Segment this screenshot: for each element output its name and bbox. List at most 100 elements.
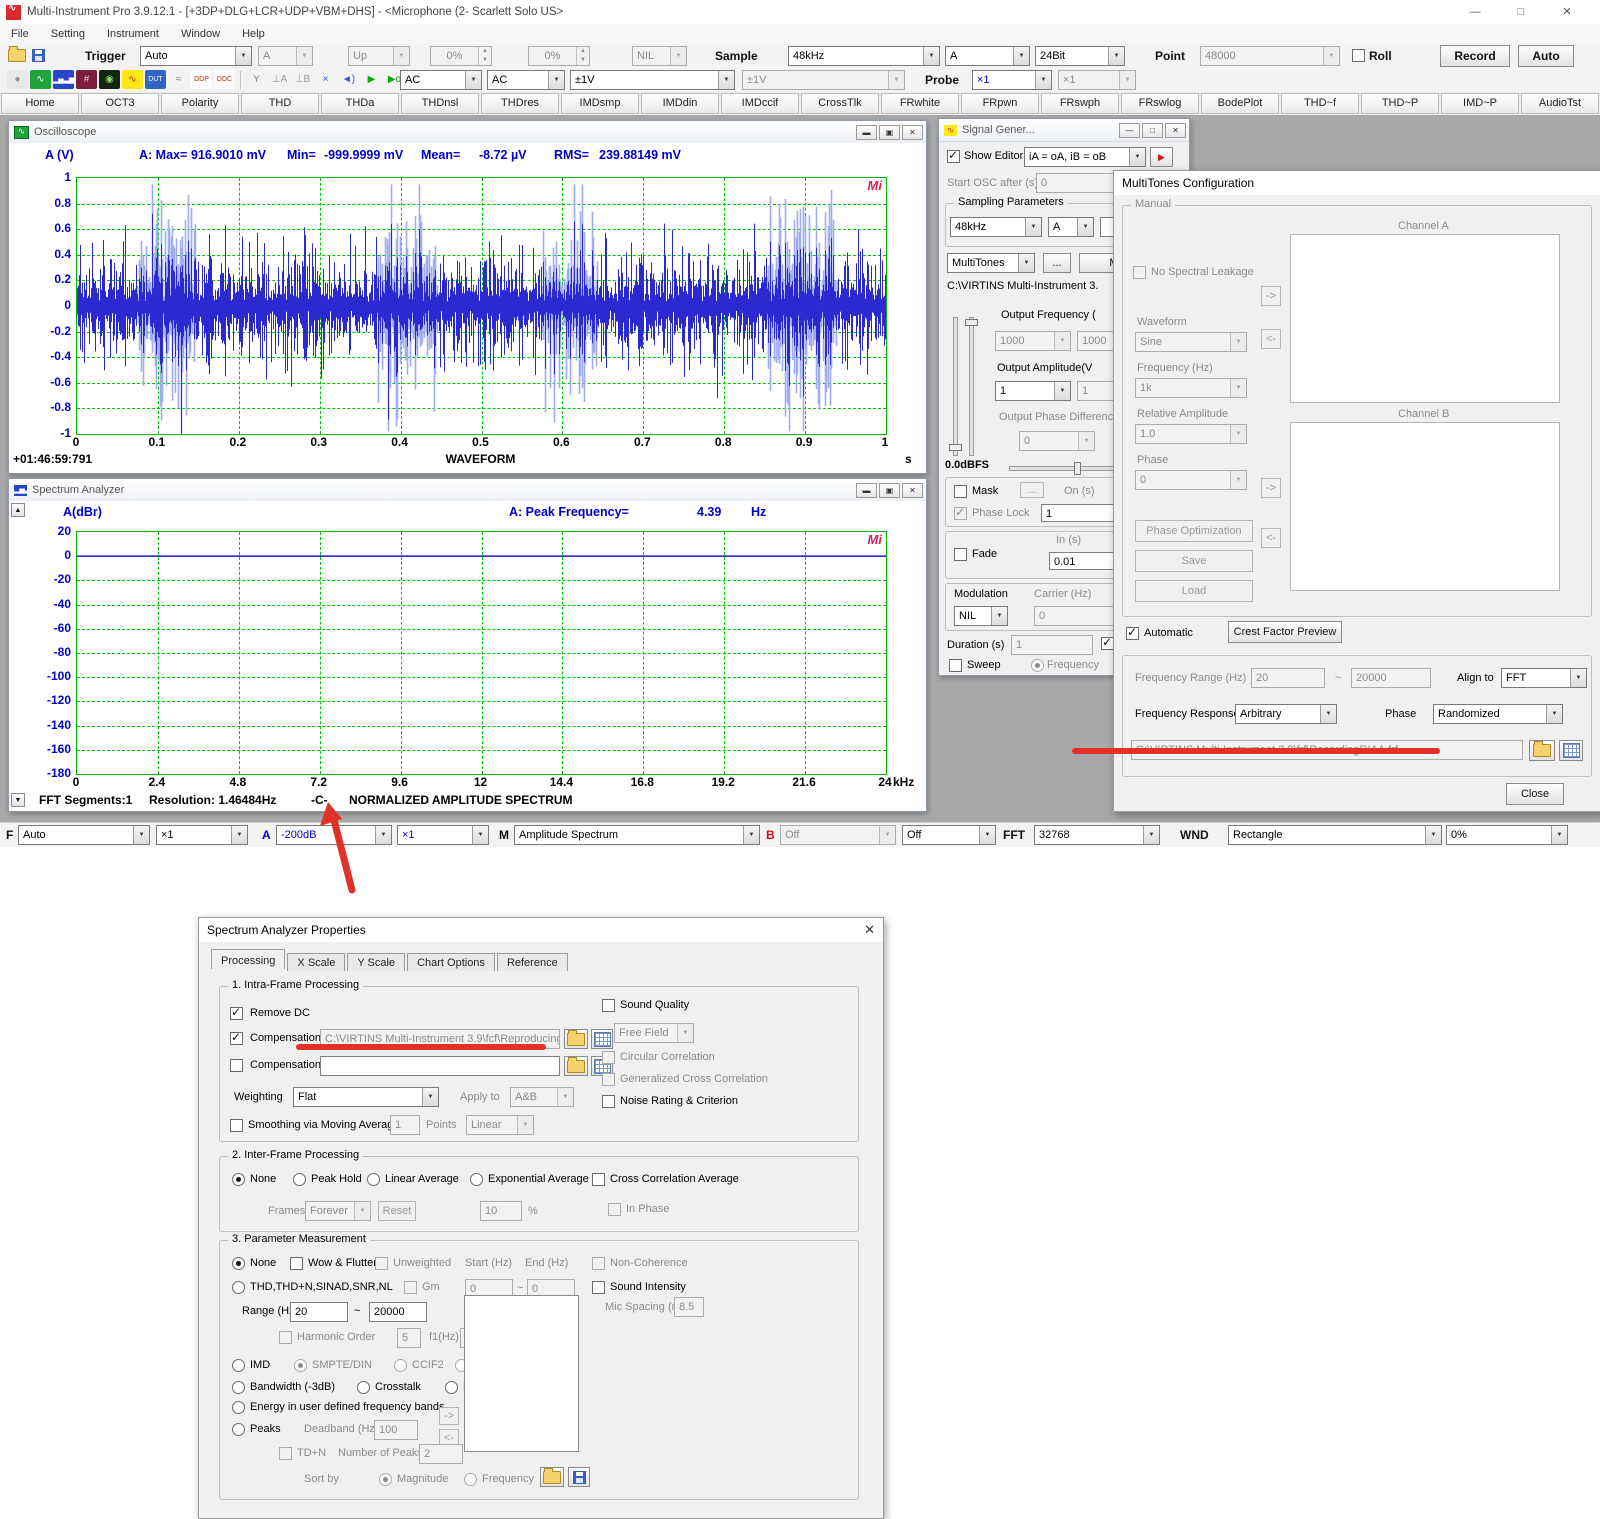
- channel-a-listbox[interactable]: [1290, 234, 1560, 403]
- bands-open-icon[interactable]: [540, 1467, 564, 1487]
- panel-tab-imddin[interactable]: IMDdin: [641, 93, 719, 114]
- freq-axis-select[interactable]: Auto: [18, 825, 150, 845]
- panel-tab-thda[interactable]: THDa: [321, 93, 399, 114]
- compensation2-checkbox[interactable]: [230, 1059, 243, 1072]
- close-icon[interactable]: ✕: [1544, 0, 1590, 24]
- tab-processing[interactable]: Processing: [211, 949, 285, 969]
- harmonic-order-checkbox[interactable]: [279, 1331, 292, 1344]
- mt-phase-select[interactable]: 0: [1135, 470, 1247, 490]
- derived-data-curve-icon[interactable]: ≈: [168, 70, 189, 89]
- exp-percent-input[interactable]: 10: [480, 1201, 522, 1221]
- multitones-close-button[interactable]: Close: [1506, 783, 1564, 805]
- sample-bits-select[interactable]: 24Bit: [1035, 46, 1125, 66]
- sweep-frequency-radio[interactable]: [1031, 659, 1044, 672]
- crest-factor-preview-button[interactable]: Crest Factor Preview: [1228, 621, 1342, 643]
- menu-help[interactable]: Help: [231, 28, 276, 40]
- spec-restore-icon[interactable]: ▣: [879, 483, 900, 498]
- auto-button[interactable]: Auto: [1518, 45, 1574, 67]
- roll-checkbox[interactable]: [1352, 49, 1365, 62]
- run-icon[interactable]: ▶: [361, 70, 382, 89]
- signal-generator-icon[interactable]: ∿: [122, 70, 143, 89]
- wave-more-button[interactable]: ...: [1043, 253, 1071, 273]
- output-phase-select[interactable]: 0: [1019, 431, 1095, 451]
- siggen-channel-select[interactable]: A: [1048, 217, 1094, 237]
- panel-tab-thd[interactable]: THD: [241, 93, 319, 114]
- mt-relamp-select[interactable]: 1.0: [1135, 424, 1247, 444]
- add-tone-a-button[interactable]: ->: [1261, 286, 1281, 306]
- modulation-select[interactable]: NIL: [954, 606, 1008, 626]
- smoothing-points-input[interactable]: 1: [390, 1115, 420, 1135]
- range-min-input[interactable]: 20: [290, 1302, 348, 1322]
- frequency-bands-listbox[interactable]: [464, 1295, 579, 1452]
- automatic-checkbox[interactable]: [1126, 627, 1139, 640]
- a-mult-select[interactable]: ×1: [397, 825, 489, 845]
- oscilloscope-titlebar[interactable]: ∿ Oscilloscope ▬▣✕: [9, 121, 926, 144]
- in-phase-checkbox[interactable]: [608, 1203, 621, 1216]
- sort-frequency-radio[interactable]: [464, 1473, 477, 1486]
- minimize-icon[interactable]: —: [1452, 0, 1498, 24]
- panel-tab-thdnsl[interactable]: THDnsl: [401, 93, 479, 114]
- smpte-radio[interactable]: [294, 1359, 307, 1372]
- crosstalk-radio[interactable]: [357, 1381, 370, 1394]
- no-leakage-checkbox[interactable]: [1133, 266, 1146, 279]
- range-b-select[interactable]: ±1V: [742, 70, 905, 90]
- duration-input[interactable]: 1: [1011, 635, 1093, 655]
- deadband-input[interactable]: 100: [374, 1420, 418, 1440]
- record-button[interactable]: Record: [1440, 45, 1510, 67]
- energy-radio[interactable]: [232, 1401, 245, 1414]
- spectrum-titlebar[interactable]: ▂▅▃▆ Spectrum Analyzer ▬▣✕: [9, 479, 926, 502]
- point-count-select[interactable]: 48000: [1200, 46, 1340, 66]
- panel-tab-polarity[interactable]: Polarity: [161, 93, 239, 114]
- output-frequency-a-select[interactable]: 1000: [995, 331, 1071, 351]
- b-range-select[interactable]: Off: [780, 825, 896, 845]
- volume-slider-b[interactable]: [969, 317, 974, 456]
- device-test-plan-icon[interactable]: DUT: [145, 70, 166, 89]
- unweighted-checkbox[interactable]: [375, 1257, 388, 1270]
- panel-tab-frwhite[interactable]: FRwhite: [881, 93, 959, 114]
- imd-radio[interactable]: [232, 1359, 245, 1372]
- apply-to-select[interactable]: A&B: [510, 1087, 574, 1107]
- oscilloscope-icon[interactable]: ∿: [30, 70, 51, 89]
- trigger-mode-select[interactable]: Auto: [140, 46, 252, 66]
- siggen-sample-rate-select[interactable]: 48kHz: [950, 217, 1042, 237]
- trigger-source-select[interactable]: A: [258, 46, 313, 66]
- save-icon[interactable]: [32, 49, 45, 65]
- calibration-icon[interactable]: ×: [315, 70, 336, 89]
- record-standby-icon[interactable]: ●: [7, 70, 28, 89]
- window-function-select[interactable]: Rectangle: [1228, 825, 1442, 845]
- gm-checkbox[interactable]: [404, 1281, 417, 1294]
- ddp-viewer-icon[interactable]: DDP: [191, 70, 212, 89]
- noise-rating-checkbox[interactable]: [602, 1095, 615, 1108]
- mt-phase2-select[interactable]: Randomized: [1433, 704, 1563, 724]
- numpeaks-input[interactable]: 2: [419, 1444, 463, 1464]
- mt-load-button[interactable]: Load: [1135, 580, 1253, 602]
- tab-reference[interactable]: Reference: [497, 953, 568, 971]
- pm-none-radio[interactable]: [232, 1257, 245, 1270]
- multitones-titlebar[interactable]: MultiTones Configuration: [1114, 171, 1600, 195]
- frf-open-icon[interactable]: [1529, 740, 1555, 761]
- phase-optimization-button[interactable]: Phase Optimization: [1135, 520, 1253, 542]
- osc-restore-icon[interactable]: ▣: [879, 125, 900, 140]
- spectrum-analyzer-icon[interactable]: ▂▅▃▆: [53, 70, 74, 89]
- ifp-none-radio[interactable]: [232, 1173, 245, 1186]
- peaks-add-button[interactable]: ->: [439, 1407, 459, 1425]
- dbfs-slider-handle[interactable]: [1074, 462, 1081, 475]
- tdn-checkbox[interactable]: [279, 1447, 292, 1460]
- wow-flutter-checkbox[interactable]: [290, 1257, 303, 1270]
- mt-waveform-select[interactable]: Sine: [1135, 332, 1247, 352]
- panel-tab-thd~p[interactable]: THD~P: [1361, 93, 1439, 114]
- fft-size-select[interactable]: 32768: [1034, 825, 1160, 845]
- panel-tab-imdccif[interactable]: IMDccif: [721, 93, 799, 114]
- peak-hold-radio[interactable]: [293, 1173, 306, 1186]
- coupling-a-select[interactable]: AC: [400, 70, 482, 90]
- spec-close-icon[interactable]: ✕: [902, 483, 923, 498]
- smoothing-checkbox[interactable]: [230, 1119, 243, 1132]
- b-mult-select[interactable]: Off: [902, 825, 996, 845]
- osc-minimize-icon[interactable]: ▬: [856, 125, 877, 140]
- ccif2-radio[interactable]: [394, 1359, 407, 1372]
- sound-quality-checkbox[interactable]: [602, 999, 615, 1012]
- frames-select[interactable]: Forever: [305, 1201, 371, 1221]
- volume-slider-a[interactable]: [953, 317, 958, 456]
- trigger-hpf-select[interactable]: NIL: [632, 46, 687, 66]
- input-device-icon[interactable]: Y: [246, 70, 267, 89]
